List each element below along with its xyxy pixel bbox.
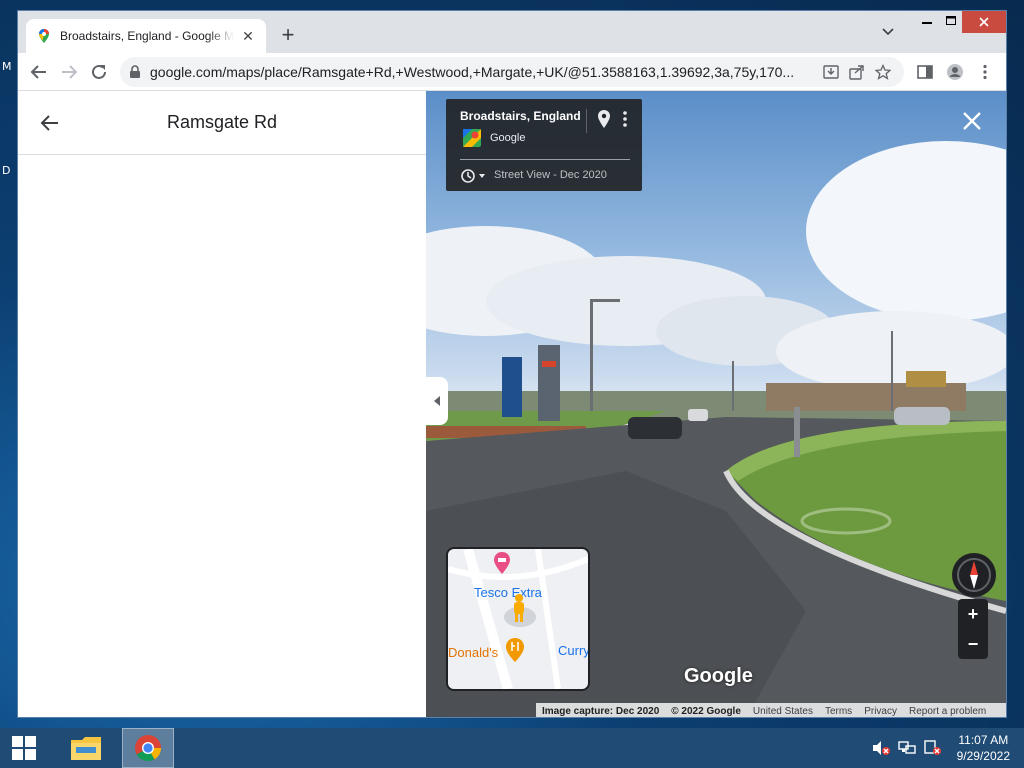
lock-icon[interactable]: [128, 64, 142, 79]
copyright-text: © 2022 Google: [671, 705, 741, 717]
info-card-divider: [460, 159, 630, 160]
volume-muted-icon[interactable]: [869, 736, 893, 760]
minimap-label-tesco: Tesco Extra: [474, 585, 542, 600]
close-street-view-icon[interactable]: [960, 109, 984, 133]
location-title: Broadstairs, England: [460, 109, 581, 123]
system-tray: 11:07 AM 9/29/2022: [869, 728, 1024, 768]
profile-avatar-icon[interactable]: [940, 57, 970, 87]
restaurant-pin-icon: [506, 638, 524, 662]
reload-icon[interactable]: [84, 57, 114, 87]
map-pin-icon[interactable]: [596, 109, 612, 129]
history-clock-icon[interactable]: [460, 167, 488, 185]
forward-icon[interactable]: [54, 57, 84, 87]
network-icon[interactable]: [895, 736, 919, 760]
clock-date: 9/29/2022: [956, 749, 1010, 763]
side-panel-icon[interactable]: [910, 57, 940, 87]
browser-tab[interactable]: Broadstairs, England - Google Maps ✕: [26, 19, 266, 53]
install-app-icon[interactable]: [818, 59, 844, 85]
panel-header: Ramsgate Rd: [18, 91, 426, 155]
tab-search-chevron-icon[interactable]: [882, 25, 894, 39]
clock-time: 11:07 AM: [958, 733, 1009, 747]
privacy-link[interactable]: Privacy: [864, 706, 897, 717]
tab-title: Broadstairs, England - Google Maps: [60, 29, 234, 43]
more-vertical-icon[interactable]: [620, 109, 630, 129]
action-center-icon[interactable]: [921, 736, 945, 760]
hotel-pin-icon: [494, 552, 510, 574]
capture-date-label: Street View - Dec 2020: [494, 169, 607, 181]
place-side-panel: Ramsgate Rd: [18, 91, 426, 717]
folder-icon: [71, 737, 101, 760]
new-tab-button[interactable]: +: [276, 23, 300, 47]
zoom-control: + −: [958, 599, 988, 659]
minimap-label-currys: Curry: [558, 643, 590, 658]
file-explorer-taskbar-button[interactable]: [60, 728, 112, 768]
minimap[interactable]: Tesco Extra Donald's Curry: [446, 547, 590, 691]
chrome-icon: [135, 735, 162, 762]
more-options-icon[interactable]: [970, 57, 1000, 87]
place-title: Ramsgate Rd: [166, 112, 278, 132]
provider-name: Google: [490, 132, 526, 144]
browser-window: Broadstairs, England - Google Maps ✕ +: [17, 10, 1007, 718]
image-capture-text: Image capture: Dec 2020: [542, 705, 660, 717]
zoom-in-button[interactable]: +: [958, 599, 988, 629]
compass-icon[interactable]: [952, 553, 996, 597]
back-icon[interactable]: [24, 57, 54, 87]
chrome-taskbar-button[interactable]: [122, 728, 174, 768]
zoom-out-button[interactable]: −: [958, 629, 988, 659]
url-text[interactable]: google.com/maps/place/Ramsgate+Rd,+Westw…: [150, 64, 818, 80]
street-view-panorama[interactable]: Broadstairs, England Google Street View …: [426, 91, 1006, 717]
taskbar-clock[interactable]: 11:07 AM 9/29/2022: [957, 732, 1010, 764]
google-watermark: Google: [684, 665, 753, 687]
attribution-bar: Image capture: Dec 2020 © 2022 Google Un…: [536, 703, 1006, 717]
info-card-vertical-divider: [586, 109, 587, 133]
start-button[interactable]: [0, 728, 48, 768]
windows-logo-icon: [12, 736, 36, 760]
share-icon[interactable]: [844, 59, 870, 85]
caret-left-icon: [434, 396, 440, 406]
collapse-side-panel-button[interactable]: [426, 377, 448, 425]
desktop-icon-label-d: D: [2, 164, 11, 177]
browser-toolbar: google.com/maps/place/Ramsgate+Rd,+Westw…: [18, 53, 1006, 91]
back-arrow-icon[interactable]: [36, 109, 64, 137]
google-maps-logo-icon: [463, 129, 481, 147]
tab-close-icon[interactable]: ✕: [240, 28, 256, 45]
minimap-label-mcdonalds: Donald's: [448, 645, 499, 660]
terms-link[interactable]: Terms: [825, 706, 852, 717]
address-bar[interactable]: google.com/maps/place/Ramsgate+Rd,+Westw…: [120, 56, 904, 87]
taskbar: 11:07 AM 9/29/2022: [0, 728, 1024, 768]
location-info-card: Broadstairs, England Google Street View …: [446, 99, 642, 191]
desktop-icon-label-m: M: [2, 60, 12, 73]
bookmark-star-icon[interactable]: [870, 59, 896, 85]
close-window-button[interactable]: [962, 11, 1006, 33]
google-maps-favicon-icon: [39, 29, 49, 43]
pegman-icon: [514, 594, 524, 622]
page-content: Ramsgate Rd Broadstairs, England Google …: [18, 91, 1006, 717]
title-bar: Broadstairs, England - Google Maps ✕ +: [18, 11, 1006, 53]
report-problem-link[interactable]: Report a problem: [909, 706, 986, 717]
region-link[interactable]: United States: [753, 706, 813, 717]
